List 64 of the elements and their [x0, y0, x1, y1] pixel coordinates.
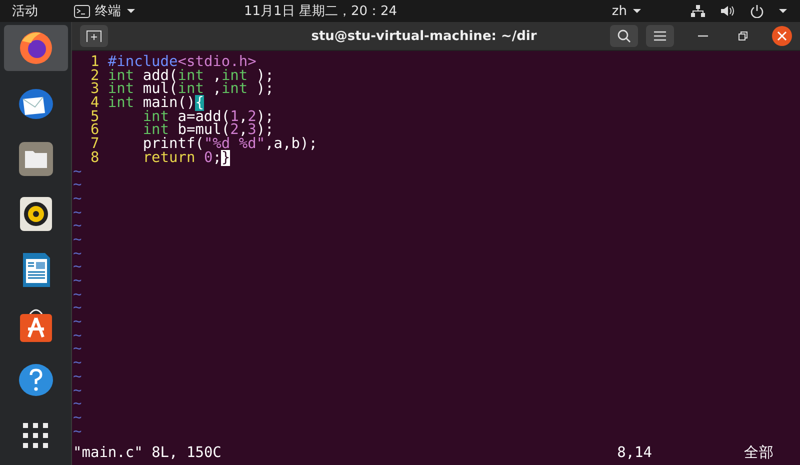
status-message: "main.c" 8L, 150C [73, 445, 222, 461]
network-icon [690, 4, 706, 18]
line-number: 3 [89, 83, 100, 98]
code-line: int b=mul(2,3); [142, 124, 274, 138]
line-number: 7 [89, 138, 100, 152]
restore-icon [738, 31, 748, 41]
app-menu[interactable]: 终端 [74, 2, 136, 20]
empty-line-marker: ~ [73, 398, 82, 412]
empty-line-marker: ~ [73, 275, 82, 289]
code-line: int add(int ,int ); [108, 70, 274, 84]
new-tab-button[interactable] [80, 25, 108, 47]
search-icon [617, 29, 631, 43]
search-button[interactable] [610, 25, 638, 47]
empty-line-marker: ~ [73, 192, 82, 207]
window-title: stu@stu-virtual-machine: ~/dir [311, 28, 537, 44]
input-method-menu[interactable]: zh [612, 4, 642, 18]
clock-button[interactable]: 11月1日 星期二，20：24 [244, 2, 398, 20]
line-number: 8 [89, 152, 100, 166]
close-button[interactable] [772, 26, 792, 46]
empty-line-marker: ~ [73, 234, 82, 248]
terminal-icon [74, 4, 90, 18]
empty-line-marker: ~ [73, 426, 82, 440]
menu-button[interactable] [646, 25, 674, 47]
code-line: int mul(int ,int ); [108, 83, 274, 98]
dock-item[interactable] [4, 25, 68, 72]
menu-icon [654, 31, 666, 41]
line-number: 2 [89, 70, 100, 84]
power-icon [750, 4, 764, 18]
code-line: printf("%d %d",a,b); [142, 138, 318, 152]
code-line: int main(){ [108, 97, 204, 111]
code-line: return 0;} [142, 152, 230, 166]
empty-line-marker: ~ [73, 261, 82, 275]
system-menu[interactable] [690, 4, 788, 18]
line-number: 6 [89, 124, 100, 138]
empty-line-marker: ~ [73, 288, 82, 302]
empty-line-marker: ~ [73, 343, 82, 358]
line-number: 4 [89, 97, 100, 111]
cursor-position: 8,14 [617, 445, 652, 461]
scroll-position: 全部 [744, 445, 774, 461]
empty-line-marker: ~ [73, 384, 82, 398]
empty-line-marker: ~ [73, 166, 82, 180]
activities-button[interactable]: 活动 [12, 2, 38, 20]
minimize-icon [698, 35, 708, 37]
code-line: #include<stdio.h> [108, 56, 256, 70]
empty-line-marker: ~ [73, 220, 82, 234]
empty-line-marker: ~ [73, 302, 82, 316]
close-icon [777, 31, 787, 41]
code-line: int a=add(1,2); [142, 110, 274, 124]
empty-line-marker: ~ [73, 370, 82, 384]
caret-icon [632, 7, 642, 15]
new-tab-icon [86, 30, 102, 42]
empty-line-marker: ~ [73, 206, 82, 220]
empty-line-marker: ~ [73, 330, 82, 344]
empty-line-marker: ~ [73, 179, 82, 193]
line-number: 1 [89, 56, 100, 70]
speaker-icon [720, 4, 736, 18]
empty-line-marker: ~ [73, 357, 82, 371]
empty-line-marker: ~ [73, 248, 82, 262]
line-number: 5 [89, 110, 100, 124]
caret-icon [126, 7, 136, 15]
caret-icon [778, 7, 788, 15]
empty-line-marker: ~ [73, 316, 82, 330]
folder-icon [16, 140, 54, 178]
empty-line-marker: ~ [73, 412, 82, 426]
